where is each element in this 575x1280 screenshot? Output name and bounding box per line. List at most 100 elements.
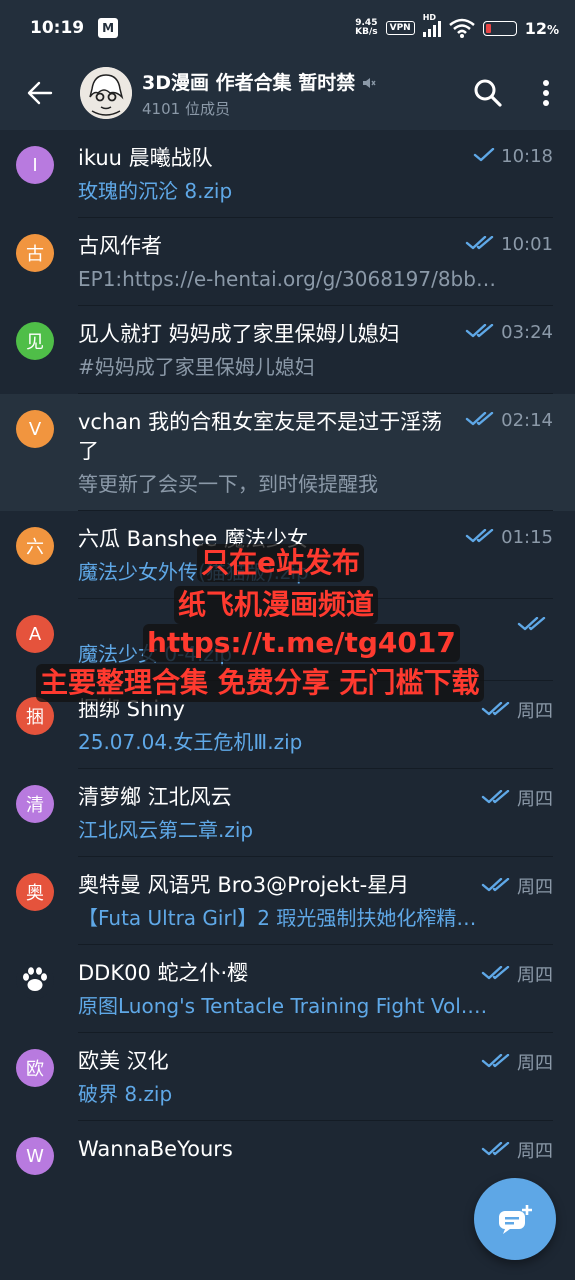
group-avatar[interactable] — [80, 67, 132, 119]
chat-avatar: 欧 — [16, 1049, 54, 1087]
chat-row-body: 捆绑 Shiny 周四 25.07.04.女王危机Ⅲ.zip — [78, 681, 553, 769]
chat-row-body: 清萝鄉 江北风云 周四 江北风云第二章.zip — [78, 769, 553, 857]
status-indicators: 9.45 KB/s VPN HD 12% — [355, 13, 559, 38]
chat-meta: 周四 — [481, 783, 553, 811]
group-title: 3D漫画 作者合集 暂时禁 — [142, 68, 459, 95]
chat-row[interactable]: DDK00 蛇之仆·樱 周四原图Luong's Tentacle Training… — [0, 945, 575, 1033]
search-button[interactable] — [459, 56, 517, 130]
paw-icon — [16, 961, 54, 999]
mail-icon: M — [98, 18, 119, 38]
chat-row[interactable]: A 魔法少女 0-4.zip — [0, 599, 575, 681]
chat-meta: 周四 — [481, 1135, 553, 1163]
hd-label: HD — [422, 13, 437, 22]
vpn-badge: VPN — [385, 21, 415, 35]
chat-row[interactable]: 欧欧美 汉化 周四破界 8.zip — [0, 1033, 575, 1121]
chat-time: 周四 — [517, 1053, 553, 1074]
chat-time: 01:15 — [501, 527, 553, 548]
chat-time: 周四 — [517, 789, 553, 810]
double-check-icon — [481, 1052, 511, 1073]
chat-avatar: 奥 — [16, 873, 54, 911]
new-message-button[interactable] — [474, 1178, 556, 1260]
back-button[interactable] — [0, 56, 80, 130]
chat-title: 奥特曼 风语咒 Bro3@Projekt-星月 — [78, 873, 410, 897]
signal-icon: HD — [422, 13, 441, 37]
chat-preview: 原图Luong's Tentacle Training Fight Vol.… — [78, 994, 488, 1018]
chat-row[interactable]: 捆捆绑 Shiny 周四 25.07.04.女王危机Ⅲ.zip — [0, 681, 575, 769]
chat-avatar: 六 — [16, 527, 54, 565]
chat-meta: 10:18 — [473, 144, 553, 167]
chat-avatar: I — [16, 146, 54, 184]
double-check-icon — [481, 964, 511, 985]
chat-avatar: 捆 — [16, 697, 54, 735]
member-count: 4101 位成员 — [142, 99, 230, 118]
chat-row-body: WannaBeYours 周四 — [78, 1121, 553, 1180]
chat-row[interactable]: Iikuu 晨曦战队 10:18 玫瑰的沉沦 8.zip — [0, 130, 575, 218]
group-title-area[interactable]: 3D漫画 作者合集 暂时禁 4101 位成员 — [142, 68, 459, 119]
chat-meta: 周四 — [481, 1047, 553, 1075]
chat-meta: 周四 — [481, 959, 553, 987]
chat-meta — [517, 613, 553, 636]
chat-title: ikuu 晨曦战队 — [78, 146, 213, 170]
chat-title: 捆绑 Shiny — [78, 697, 185, 721]
new-message-icon — [499, 1205, 532, 1234]
chat-row[interactable]: 古古风作者 10:01 EP1:https://e-hentai.org/g/306… — [0, 218, 575, 306]
chat-row-body: 古风作者 10:01 EP1:https://e-hentai.org/g/3068… — [78, 218, 553, 306]
chat-avatar: W — [16, 1137, 54, 1175]
chat-title: 欧美 汉化 — [78, 1049, 169, 1073]
chat-preview: #妈妈成了家里保姆儿媳妇 — [78, 355, 315, 379]
double-check-icon — [465, 234, 495, 255]
chat-row-body: 奥特曼 风语咒 Bro3@Projekt-星月 周四 【Futa Ultra Gir… — [78, 857, 553, 945]
chat-title: vchan 我的合租女室友是不是过于淫荡了 — [78, 410, 443, 463]
status-bar: 10:19 M 9.45 KB/s VPN HD 12% — [0, 0, 575, 56]
back-arrow-icon — [27, 81, 53, 105]
chat-avatar: 清 — [16, 785, 54, 823]
more-vert-icon — [543, 80, 549, 106]
double-check-icon — [481, 1140, 511, 1161]
chat-preview: 玫瑰的沉沦 8.zip — [78, 179, 233, 203]
chat-row-body: 六瓜 Banshee 魔法少女 01:15 魔法少女外传(猫猫版).zip — [78, 511, 553, 599]
chat-meta: 10:01 — [465, 232, 553, 255]
chat-app-bar: 3D漫画 作者合集 暂时禁 4101 位成员 — [0, 56, 575, 130]
double-check-icon — [481, 788, 511, 809]
net-speed-unit: KB/s — [355, 27, 378, 37]
double-check-icon — [517, 615, 547, 636]
chat-row[interactable]: 见见人就打 妈妈成了家里保姆儿媳妇 03:24 #妈妈成了家里保姆儿媳妇 — [0, 306, 575, 394]
chat-row-body: vchan 我的合租女室友是不是过于淫荡了 02:14 等更新了会买一下，到时候提醒… — [78, 394, 553, 511]
double-check-icon — [481, 700, 511, 721]
group-title-text: 3D漫画 作者合集 暂时禁 — [142, 71, 356, 94]
chat-meta: 周四 — [481, 695, 553, 723]
chat-row-body: DDK00 蛇之仆·樱 周四原图Luong's Tentacle Training… — [78, 945, 553, 1033]
manga-face-avatar — [80, 67, 132, 119]
chat-row-body: 欧美 汉化 周四破界 8.zip — [78, 1033, 553, 1121]
chat-row-body: 魔法少女 0-4.zip — [78, 599, 553, 681]
search-icon — [474, 79, 502, 107]
chat-row[interactable]: Vvchan 我的合租女室友是不是过于淫荡了 02:14 等更新了会买一下，到时候提… — [0, 394, 575, 511]
chat-avatar: 古 — [16, 234, 54, 272]
chat-preview: EP1:https://e-hentai.org/g/3068197/8bb… — [78, 267, 496, 291]
chat-row-body: 见人就打 妈妈成了家里保姆儿媳妇 03:24 #妈妈成了家里保姆儿媳妇 — [78, 306, 553, 394]
chat-title: DDK00 蛇之仆·樱 — [78, 961, 249, 985]
chat-row[interactable]: 清清萝鄉 江北风云 周四 江北风云第二章.zip — [0, 769, 575, 857]
double-check-icon — [465, 527, 495, 548]
chat-time: 10:01 — [501, 234, 553, 255]
chat-title: 见人就打 妈妈成了家里保姆儿媳妇 — [78, 322, 400, 346]
chat-meta: 02:14 — [465, 408, 553, 431]
chat-meta: 03:24 — [465, 320, 553, 343]
wifi-icon — [448, 18, 475, 38]
chat-preview: 25.07.04.女王危机Ⅲ.zip — [78, 730, 303, 754]
chat-time: 周四 — [517, 701, 553, 722]
chat-row[interactable]: 奥奥特曼 风语咒 Bro3@Projekt-星月 周四 【Futa Ultra Gi… — [0, 857, 575, 945]
chat-preview: 破界 8.zip — [78, 1082, 173, 1106]
more-options-button[interactable] — [517, 56, 575, 130]
chat-row[interactable]: 六六瓜 Banshee 魔法少女 01:15 魔法少女外传(猫猫版).zip — [0, 511, 575, 599]
chat-preview: 魔法少女外传(猫猫版).zip — [78, 560, 309, 584]
chat-time: 周四 — [517, 965, 553, 986]
chat-time: 02:14 — [501, 410, 553, 431]
chat-avatar: A — [16, 615, 54, 653]
chat-time: 周四 — [517, 1141, 553, 1162]
chat-time: 03:24 — [501, 322, 553, 343]
battery-icon — [482, 20, 517, 36]
chat-row[interactable]: W WannaBeYours 周四 — [0, 1121, 575, 1180]
chat-avatar: V — [16, 410, 54, 448]
chat-meta: 周四 — [481, 871, 553, 899]
